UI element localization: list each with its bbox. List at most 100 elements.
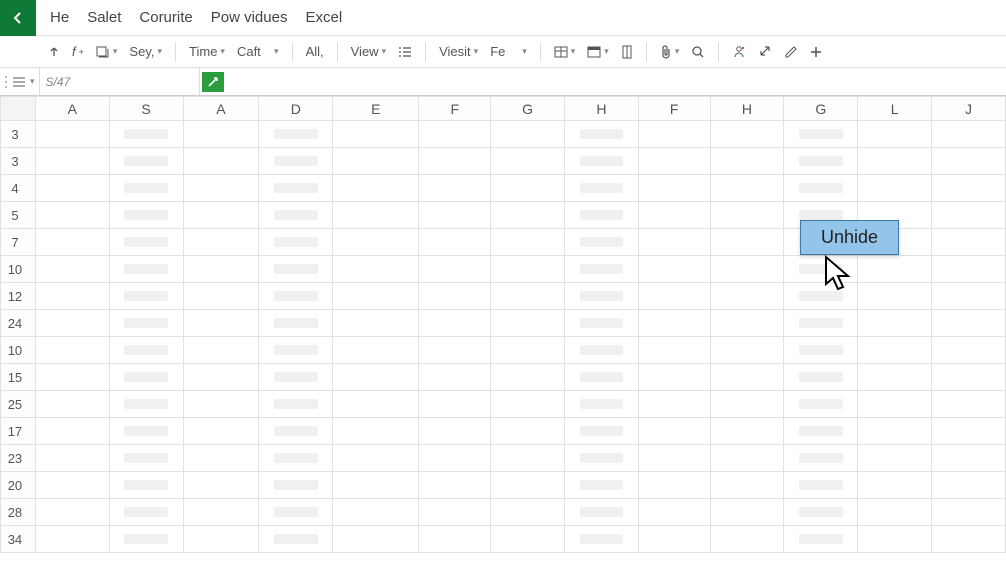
fe-dropdown[interactable]: Fe ▾: [486, 42, 531, 61]
cell[interactable]: [419, 364, 491, 391]
cell[interactable]: [109, 229, 183, 256]
view-dropdown[interactable]: View▾: [347, 42, 390, 61]
cell[interactable]: [109, 337, 183, 364]
cell[interactable]: [710, 229, 784, 256]
cell[interactable]: [858, 121, 932, 148]
cell[interactable]: [333, 121, 419, 148]
cell[interactable]: [858, 364, 932, 391]
cell[interactable]: [333, 310, 419, 337]
viesit-dropdown[interactable]: Viesit▾: [435, 42, 482, 61]
cell[interactable]: [858, 283, 932, 310]
cell[interactable]: [858, 148, 932, 175]
formula-input[interactable]: [224, 68, 1006, 95]
cell[interactable]: [858, 337, 932, 364]
cell[interactable]: [710, 391, 784, 418]
cell[interactable]: [491, 202, 565, 229]
cell[interactable]: [784, 364, 858, 391]
cell[interactable]: [35, 337, 109, 364]
all-button[interactable]: All,: [302, 42, 328, 61]
column-header[interactable]: G: [784, 97, 858, 121]
cell[interactable]: [333, 472, 419, 499]
cell[interactable]: [932, 499, 1006, 526]
column-header[interactable]: A: [35, 97, 109, 121]
name-box[interactable]: S/47: [40, 68, 200, 95]
cell[interactable]: [932, 445, 1006, 472]
column-button[interactable]: [617, 43, 637, 61]
cell[interactable]: [638, 256, 710, 283]
cell[interactable]: [710, 418, 784, 445]
cell[interactable]: [710, 310, 784, 337]
cell[interactable]: [564, 526, 638, 553]
cell[interactable]: [932, 418, 1006, 445]
cell[interactable]: [35, 391, 109, 418]
cell[interactable]: [259, 391, 333, 418]
cell[interactable]: [259, 148, 333, 175]
cell[interactable]: [858, 175, 932, 202]
cell[interactable]: [858, 310, 932, 337]
cell[interactable]: [491, 283, 565, 310]
column-header[interactable]: F: [638, 97, 710, 121]
cell[interactable]: [564, 445, 638, 472]
chevron-down-icon[interactable]: ▾: [30, 76, 35, 87]
cell[interactable]: [564, 175, 638, 202]
cell[interactable]: [710, 364, 784, 391]
cell[interactable]: [638, 472, 710, 499]
cell[interactable]: [109, 283, 183, 310]
cell[interactable]: [564, 364, 638, 391]
cell[interactable]: [419, 499, 491, 526]
cell[interactable]: [784, 499, 858, 526]
cell[interactable]: [259, 283, 333, 310]
cell[interactable]: [858, 526, 932, 553]
cell[interactable]: [564, 337, 638, 364]
cell[interactable]: [564, 229, 638, 256]
cell[interactable]: [784, 283, 858, 310]
select-all-corner[interactable]: [1, 97, 36, 121]
cell[interactable]: [491, 148, 565, 175]
cell[interactable]: [858, 418, 932, 445]
cell[interactable]: [491, 499, 565, 526]
cell[interactable]: [183, 499, 259, 526]
cell[interactable]: [419, 337, 491, 364]
cell[interactable]: [109, 148, 183, 175]
cell[interactable]: [638, 283, 710, 310]
pen-button[interactable]: [780, 43, 802, 61]
back-button[interactable]: [0, 0, 36, 36]
cell[interactable]: [932, 256, 1006, 283]
cell[interactable]: [858, 472, 932, 499]
cell[interactable]: [259, 202, 333, 229]
cell[interactable]: [419, 175, 491, 202]
context-menu-unhide[interactable]: Unhide: [800, 220, 899, 255]
row-header[interactable]: 17: [1, 418, 36, 445]
cell[interactable]: [183, 391, 259, 418]
row-header[interactable]: 24: [1, 310, 36, 337]
cell[interactable]: [183, 229, 259, 256]
cell[interactable]: [109, 418, 183, 445]
column-header[interactable]: F: [419, 97, 491, 121]
cell[interactable]: [333, 445, 419, 472]
cell[interactable]: [932, 337, 1006, 364]
menu-item-salet[interactable]: Salet: [87, 9, 121, 26]
cell[interactable]: [491, 175, 565, 202]
cell[interactable]: [710, 256, 784, 283]
cell[interactable]: [109, 364, 183, 391]
cell[interactable]: [932, 229, 1006, 256]
swap-button[interactable]: [754, 43, 776, 61]
cell[interactable]: [259, 364, 333, 391]
cell[interactable]: [183, 418, 259, 445]
column-header[interactable]: S: [109, 97, 183, 121]
cell[interactable]: [109, 175, 183, 202]
cell[interactable]: [491, 229, 565, 256]
cell[interactable]: [333, 256, 419, 283]
cell[interactable]: [710, 148, 784, 175]
cell[interactable]: [35, 121, 109, 148]
cell[interactable]: [638, 391, 710, 418]
cell[interactable]: [109, 391, 183, 418]
cell[interactable]: [35, 175, 109, 202]
cell[interactable]: [183, 337, 259, 364]
cell[interactable]: [183, 283, 259, 310]
cell[interactable]: [784, 445, 858, 472]
cell[interactable]: [109, 499, 183, 526]
cell[interactable]: [491, 418, 565, 445]
cell[interactable]: [491, 256, 565, 283]
column-header[interactable]: G: [491, 97, 565, 121]
